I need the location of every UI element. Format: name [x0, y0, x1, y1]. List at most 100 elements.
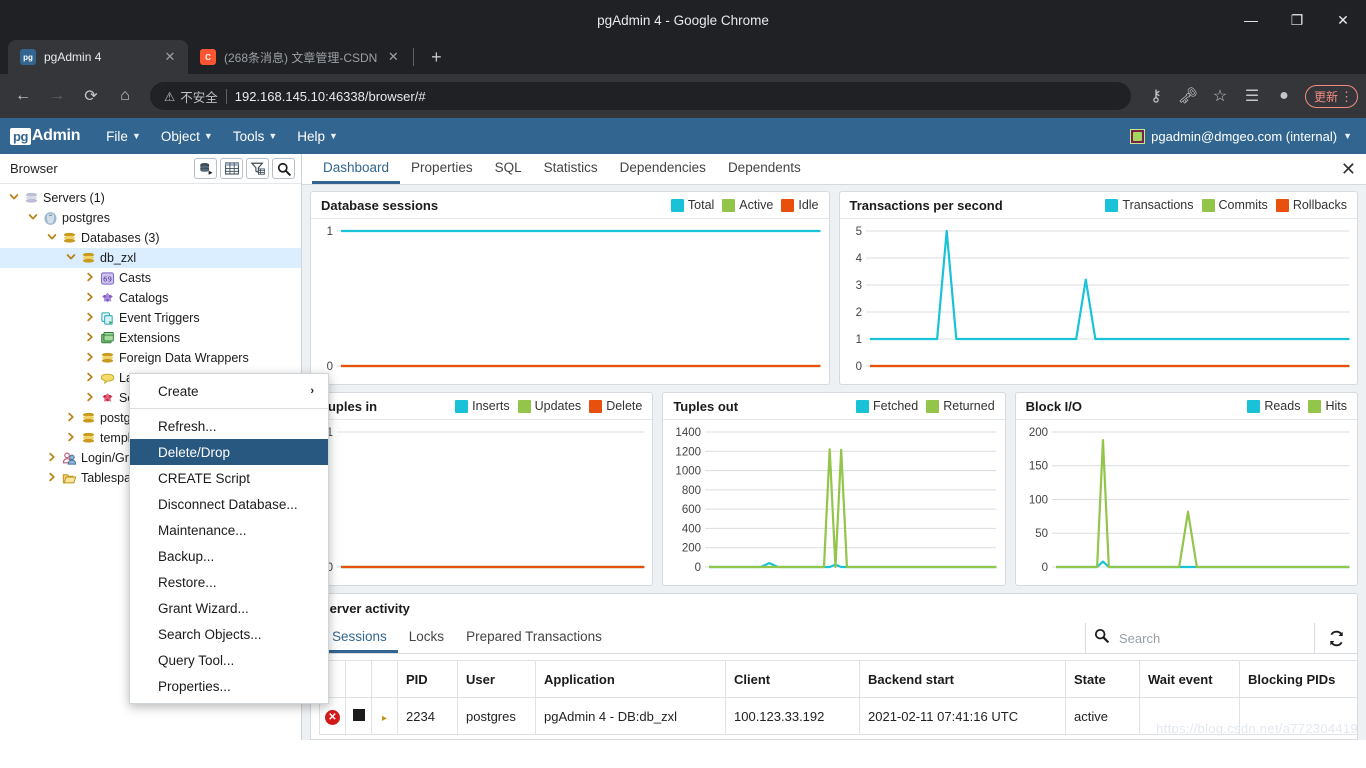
tab-prepared-transactions[interactable]: Prepared Transactions	[455, 623, 613, 653]
chevron-right-icon[interactable]	[46, 452, 58, 465]
column-header-control[interactable]	[345, 660, 372, 698]
tree-item-extensions[interactable]: Extensions	[0, 328, 301, 348]
column-header-user[interactable]: User	[457, 660, 536, 698]
translate-icon[interactable]: 🗝	[1173, 81, 1203, 111]
legend-item-reads[interactable]: Reads	[1247, 399, 1300, 413]
query-tool-icon[interactable]	[194, 158, 217, 179]
tree-item-catalogs[interactable]: Catalogs	[0, 288, 301, 308]
legend-item-total[interactable]: Total	[670, 198, 714, 212]
context-menu-item-properties[interactable]: Properties...	[130, 673, 328, 699]
expand-row-icon[interactable]: ▸	[382, 713, 387, 724]
tree-item-casts[interactable]: 69 Casts	[0, 268, 301, 288]
tab-sessions[interactable]: Sessions	[321, 623, 398, 653]
browser-tab-csdn[interactable]: C (268条消息) 文章管理-CSDN ✕	[188, 40, 411, 74]
chevron-right-icon[interactable]	[84, 352, 96, 365]
chrome-menu-icon[interactable]: ⋮	[1340, 90, 1353, 103]
column-header-pid[interactable]: PID	[397, 660, 458, 698]
chevron-down-icon[interactable]	[8, 192, 20, 205]
menu-object[interactable]: Object ▼	[151, 123, 223, 150]
chevron-right-icon[interactable]	[65, 412, 77, 425]
chevron-down-icon[interactable]	[27, 212, 39, 225]
context-menu-item-delete-drop[interactable]: Delete/Drop	[130, 439, 328, 465]
chevron-right-icon[interactable]	[84, 312, 96, 325]
sessions-grid-wrapper[interactable]: PID User Application Client Backend start Sta…	[311, 654, 1357, 739]
context-menu-item-query-tool[interactable]: Query Tool...	[130, 647, 328, 673]
chevron-right-icon[interactable]	[84, 332, 96, 345]
update-button[interactable]: 更新 ⋮	[1304, 84, 1358, 108]
search-icon[interactable]	[272, 158, 295, 179]
chevron-right-icon[interactable]	[84, 292, 96, 305]
legend-item-hits[interactable]: Hits	[1308, 399, 1347, 413]
cancel-query-icon[interactable]: ✕	[325, 709, 340, 725]
context-menu-item-create-script[interactable]: CREATE Script	[130, 465, 328, 491]
tree-item-servers-1[interactable]: Servers (1)	[0, 188, 301, 208]
tab-dependents[interactable]: Dependents	[717, 154, 812, 184]
tab-properties[interactable]: Properties	[400, 154, 484, 184]
home-icon[interactable]: ⌂	[110, 81, 140, 111]
profile-avatar-icon[interactable]: ●	[1269, 81, 1299, 111]
chevron-right-icon[interactable]	[65, 432, 77, 445]
browser-tab-pgadmin[interactable]: pg pgAdmin 4 ✕	[8, 40, 188, 74]
context-menu-item-grant-wizard[interactable]: Grant Wizard...	[130, 595, 328, 621]
forward-icon[interactable]: →	[42, 81, 72, 111]
not-secure-indicator[interactable]: ⚠ 不安全	[164, 87, 218, 106]
password-key-icon[interactable]: ⚷	[1141, 81, 1171, 111]
legend-item-transactions[interactable]: Transactions	[1105, 198, 1194, 212]
legend-item-delete[interactable]: Delete	[589, 399, 642, 413]
menu-file[interactable]: File ▼	[96, 123, 151, 150]
column-header-application[interactable]: Application	[535, 660, 726, 698]
tab-sql[interactable]: SQL	[484, 154, 533, 184]
legend-item-inserts[interactable]: Inserts	[455, 399, 510, 413]
context-menu-item-refresh[interactable]: Refresh...	[130, 413, 328, 439]
bookmark-star-icon[interactable]: ☆	[1205, 81, 1235, 111]
legend-item-fetched[interactable]: Fetched	[856, 399, 918, 413]
column-header-blocking-pids[interactable]: Blocking PIDs	[1239, 660, 1357, 698]
expand-row-cell[interactable]: ▸	[371, 697, 398, 735]
menu-help[interactable]: Help ▼	[287, 123, 348, 150]
column-header-wait-event[interactable]: Wait event	[1139, 660, 1240, 698]
terminate-session-icon[interactable]	[352, 708, 365, 721]
column-header-client[interactable]: Client	[725, 660, 860, 698]
legend-item-returned[interactable]: Returned	[926, 399, 995, 413]
tree-item-foreign-data-wrappers[interactable]: Foreign Data Wrappers	[0, 348, 301, 368]
reload-icon[interactable]: ⟳	[76, 81, 106, 111]
chevron-down-icon[interactable]	[46, 232, 58, 245]
close-panel-icon[interactable]: ✕	[1341, 154, 1356, 184]
refresh-button[interactable]	[1315, 623, 1357, 653]
context-menu-item-disconnect-database[interactable]: Disconnect Database...	[130, 491, 328, 517]
context-menu-item-create[interactable]: Create ›	[130, 378, 328, 404]
tab-dependencies[interactable]: Dependencies	[609, 154, 717, 184]
tree-item-db-zxl[interactable]: db_zxl	[0, 248, 301, 268]
user-menu[interactable]: pgadmin@dmgeo.com (internal) ▼	[1130, 128, 1356, 144]
filter-icon[interactable]	[246, 158, 269, 179]
column-header-backend-start[interactable]: Backend start	[859, 660, 1066, 698]
back-icon[interactable]: ←	[8, 81, 38, 111]
tab-locks[interactable]: Locks	[398, 623, 455, 653]
view-data-icon[interactable]	[220, 158, 243, 179]
menu-tools[interactable]: Tools ▼	[223, 123, 287, 150]
context-menu-item-backup[interactable]: Backup...	[130, 543, 328, 569]
maximize-restore-button[interactable]: ❐	[1274, 0, 1320, 40]
media-list-icon[interactable]: ☰	[1237, 81, 1267, 111]
legend-item-commits[interactable]: Commits	[1201, 198, 1268, 212]
tree-item-event-triggers[interactable]: Event Triggers	[0, 308, 301, 328]
tab-statistics[interactable]: Statistics	[533, 154, 609, 184]
close-window-button[interactable]: ✕	[1320, 0, 1366, 40]
close-tab-icon[interactable]: ✕	[385, 49, 401, 65]
legend-item-idle[interactable]: Idle	[781, 198, 819, 212]
tree-item-databases-3[interactable]: Databases (3)	[0, 228, 301, 248]
address-bar[interactable]: ⚠ 不安全 192.168.145.10:46338/browser/#	[150, 82, 1131, 110]
context-menu-item-restore[interactable]: Restore...	[130, 569, 328, 595]
column-header-state[interactable]: State	[1065, 660, 1140, 698]
context-menu-item-search-objects[interactable]: Search Objects...	[130, 621, 328, 647]
legend-item-updates[interactable]: Updates	[517, 399, 581, 413]
terminate-session-cell[interactable]	[345, 697, 372, 735]
context-menu[interactable]: Create › Refresh... Delete/Drop CREATE Scrip…	[129, 373, 329, 704]
chevron-right-icon[interactable]	[84, 272, 96, 285]
minimize-button[interactable]: —	[1228, 0, 1274, 40]
tree-item-postgres[interactable]: postgres	[0, 208, 301, 228]
legend-item-active[interactable]: Active	[722, 198, 773, 212]
chevron-right-icon[interactable]	[46, 472, 58, 485]
tab-dashboard[interactable]: Dashboard	[312, 154, 401, 184]
chevron-right-icon[interactable]	[84, 392, 96, 405]
